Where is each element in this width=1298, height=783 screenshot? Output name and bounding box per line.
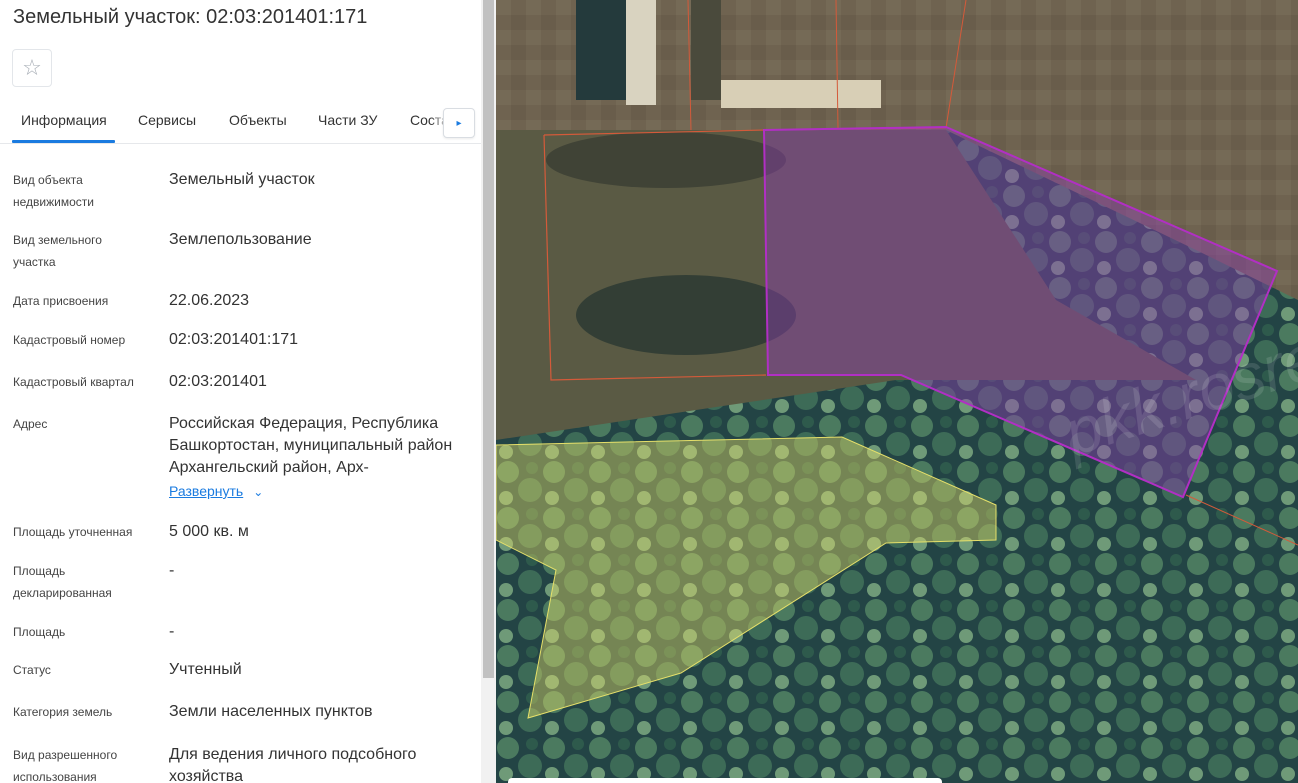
active-tab-indicator — [12, 140, 115, 143]
tab-bar: Информация Сервисы Объекты Части ЗУ Сост… — [0, 100, 481, 144]
field-label: Кадастровый номер — [13, 333, 126, 347]
field-value: Для ведения личного подсобного хозяйства — [169, 746, 417, 783]
field-value: 22.06.2023 — [169, 292, 250, 309]
field-label: Категория земель — [13, 705, 113, 719]
field-label: Площадь уточненная — [13, 525, 133, 539]
expand-link[interactable]: Развернуть — [169, 483, 243, 499]
field-label: Статус — [13, 663, 51, 677]
tab-parts[interactable]: Части ЗУ — [318, 112, 377, 128]
field-label: Вид разрешенного использования — [13, 748, 118, 783]
field-label: Вид земельного участка — [13, 233, 102, 269]
field-value: Учтенный — [169, 661, 242, 678]
field-value: 5 000 кв. м — [169, 523, 249, 540]
map-bottom-control[interactable] — [508, 778, 942, 783]
field-value: Землепользование — [169, 231, 312, 248]
info-panel: Земельный участок: 02:03:201401:171 ☆ Ин… — [0, 0, 481, 783]
tab-scroll-right-icon[interactable]: ▸ — [443, 108, 475, 138]
chevron-down-icon[interactable]: ⌄ — [253, 485, 263, 499]
field-value: - — [169, 562, 175, 579]
scrollbar-thumb[interactable] — [483, 0, 494, 678]
tab-info[interactable]: Информация — [21, 112, 107, 128]
field-label: Площадь — [13, 625, 66, 639]
field-label: Кадастровый квартал — [13, 375, 134, 389]
field-label: Дата присвоения — [13, 294, 109, 308]
page-title: Земельный участок: 02:03:201401:171 — [13, 6, 368, 28]
field-label: Адрес — [13, 417, 48, 431]
tab-objects[interactable]: Объекты — [229, 112, 287, 128]
field-value: Земли населенных пунктов — [169, 703, 373, 720]
field-label: Вид объекта недвижимости — [13, 173, 94, 209]
field-value: Российская Федерация, Республика Башкорт… — [169, 415, 453, 476]
field-value: Земельный участок — [169, 171, 315, 188]
map-view[interactable]: pkk.rosreestr.ru — [496, 0, 1298, 783]
favorite-star-icon[interactable]: ☆ — [12, 49, 52, 87]
field-value: 02:03:201401:171 — [169, 331, 299, 348]
tab-services[interactable]: Сервисы — [138, 112, 196, 128]
field-label: Площадь декларированная — [13, 564, 112, 600]
field-value: 02:03:201401 — [169, 373, 267, 390]
field-value: - — [169, 623, 175, 640]
address-expand: Развернуть ⌄ — [169, 483, 263, 501]
